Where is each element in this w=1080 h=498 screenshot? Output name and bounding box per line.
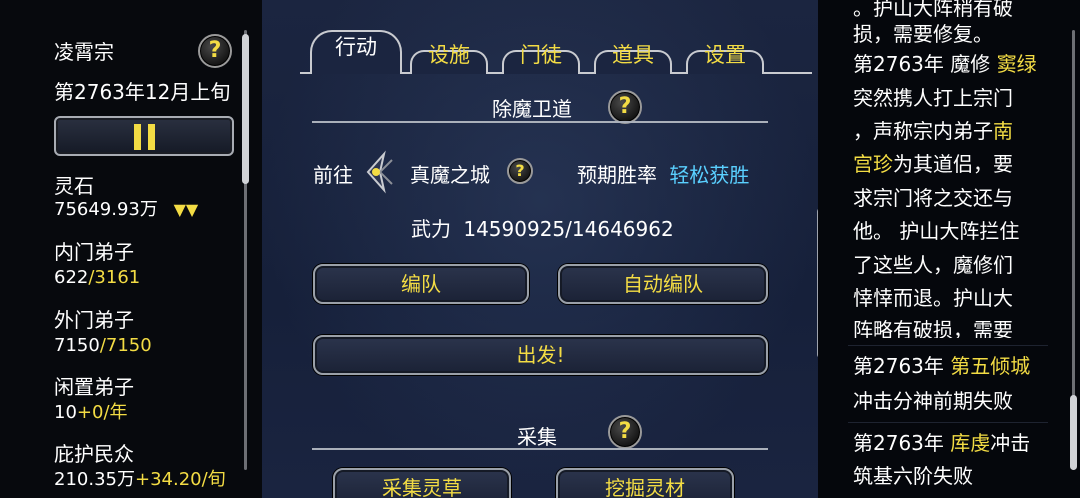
sidebar: 凌霄宗 ? 第2763年12月上旬 灵石 75649.93万 ▼▼ 内门弟子 6… — [0, 0, 262, 498]
idle-disciples-current: 10 — [54, 402, 77, 423]
help-icon[interactable]: ? — [198, 34, 232, 68]
tab-facilities[interactable]: 设施 — [410, 36, 488, 74]
pause-button[interactable] — [54, 116, 234, 156]
log-line: 求宗门将之交还与 — [853, 186, 1013, 210]
protected-people-label: 庇护民众 — [54, 442, 134, 466]
divider — [848, 345, 1048, 346]
inner-disciples-current: 622 — [54, 267, 89, 288]
log-scrollbar-thumb[interactable] — [1070, 395, 1077, 470]
gather-title: 采集 — [517, 425, 557, 449]
sidebar-scrollbar-thumb[interactable] — [242, 34, 249, 184]
protected-people-row: 210.35万+34.20/旬 — [54, 469, 226, 491]
destination-help-icon[interactable]: ? — [507, 158, 533, 184]
tab-items[interactable]: 道具 — [594, 36, 672, 74]
protected-people-current: 210.35万 — [54, 469, 135, 490]
prev-destination-arrow-icon[interactable] — [362, 150, 400, 194]
outer-disciples-max: /7150 — [99, 335, 152, 356]
tab-action[interactable]: 行动 — [310, 18, 402, 74]
depart-button[interactable]: 出发! — [313, 335, 768, 375]
force-row: 武力 14590925/14646962 — [411, 213, 674, 242]
pause-icon — [56, 118, 232, 154]
outer-disciples-label: 外门弟子 — [54, 308, 134, 332]
win-rate-value: 轻松获胜 — [669, 163, 750, 187]
protected-people-rate: +34.20/旬 — [134, 469, 226, 490]
demon-guard-help-icon[interactable]: ? — [608, 90, 642, 124]
gather-herb-button[interactable]: 采集灵草 — [333, 468, 511, 498]
mine-material-button[interactable]: 挖掘灵材 — [556, 468, 734, 498]
idle-disciples-row: 10+0/年 — [54, 402, 128, 424]
log-line: 第2763年 库虔冲击 — [853, 431, 1031, 455]
force-label: 武力 — [411, 217, 451, 241]
idle-disciples-rate: +0/年 — [76, 402, 128, 423]
log-line: 悻悻而退。护山大 — [853, 286, 1013, 310]
inner-disciples-row: 622/3161 — [54, 267, 140, 289]
log-line: 。护山大阵稍有破 — [853, 0, 1013, 20]
outer-disciples-current: 7150 — [54, 335, 100, 356]
outer-disciples-row: 7150/7150 — [54, 335, 152, 357]
log-line: 筑基六阶失败 — [853, 464, 973, 488]
inner-disciples-label: 内门弟子 — [54, 240, 134, 264]
divider — [312, 448, 768, 450]
force-value: 14590925/14646962 — [463, 217, 674, 241]
demon-guard-title: 除魔卫道 — [492, 97, 572, 121]
tab-disciples[interactable]: 门徒 — [502, 36, 580, 74]
auto-team-button[interactable]: 自动编队 — [558, 264, 768, 304]
spirit-stone-label: 灵石 — [54, 174, 94, 198]
spirit-stone-row: 75649.93万 ▼▼ — [54, 199, 198, 221]
log-line: ，声称宗内弟子南 — [853, 119, 1013, 143]
log-line: 第2763年 第五倾城 — [853, 354, 1031, 378]
log-line: 冲击分神前期失败 — [853, 389, 1013, 413]
win-rate-label: 预期胜率 — [577, 163, 657, 187]
log-line: 阵略有破损，需要 — [853, 318, 1013, 338]
game-date: 第2763年12月上旬 — [54, 80, 231, 104]
log-line: 他。 护山大阵拦住 — [853, 219, 1020, 243]
inner-disciples-max: /3161 — [88, 267, 141, 288]
spirit-stone-value: 75649.93万 — [54, 199, 158, 220]
log-line: 了这些人，魔修们 — [853, 253, 1013, 277]
destination-name[interactable]: 真魔之城 — [410, 159, 490, 188]
log-line: 损，需要修复。 — [853, 22, 993, 46]
log-line: 第2763年 魔修 窦绿 — [853, 52, 1037, 76]
trend-down-icon: ▼▼ — [173, 200, 199, 219]
win-rate-row: 预期胜率 轻松获胜 — [577, 159, 749, 188]
divider — [848, 422, 1048, 423]
idle-disciples-label: 闲置弟子 — [54, 375, 134, 399]
form-team-button[interactable]: 编队 — [313, 264, 529, 304]
gather-help-icon[interactable]: ? — [608, 415, 642, 449]
divider — [312, 121, 768, 123]
sect-name: 凌霄宗 — [54, 40, 114, 64]
log-line: 突然携人打上宗门 — [853, 86, 1013, 110]
log-line: 宫珍为其道侣，要 — [853, 152, 1013, 176]
goto-label: 前往 — [313, 163, 353, 187]
tab-settings[interactable]: 设置 — [686, 36, 764, 74]
